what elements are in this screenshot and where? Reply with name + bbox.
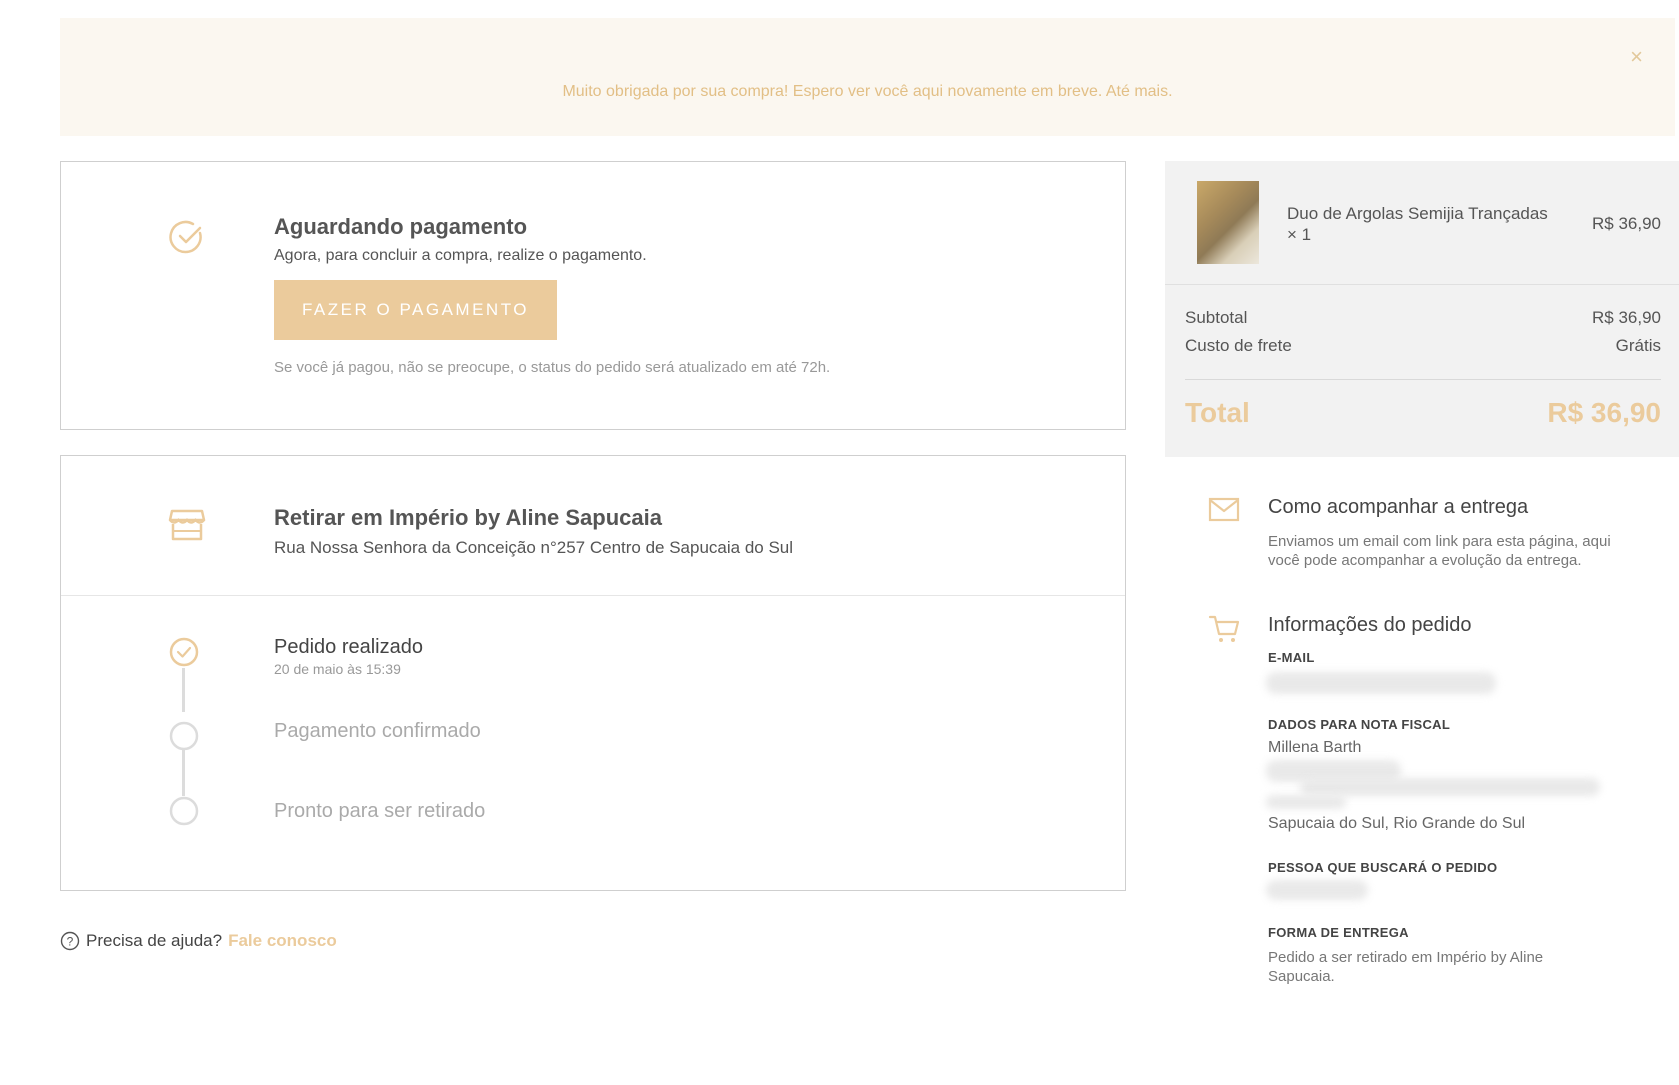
tracking-title: Como acompanhar a entrega	[1268, 496, 1529, 518]
product-thumbnail[interactable]	[1197, 181, 1259, 264]
product-quantity: × 1	[1287, 225, 1312, 244]
payment-note: Se você já pagou, não se preocupe, o sta…	[274, 359, 831, 376]
redacted-address	[1300, 778, 1600, 796]
redacted-address	[1266, 795, 1346, 809]
redacted-email	[1266, 672, 1496, 694]
shipping-row: Custo de frete Grátis	[1185, 336, 1661, 356]
step-order-placed: Pedido realizado	[274, 636, 423, 658]
subtotal-label: Subtotal	[1185, 308, 1248, 327]
help-icon: ?	[60, 931, 80, 951]
divider	[1185, 379, 1661, 380]
step-ready-for-pickup: Pronto para ser retirado	[274, 800, 486, 822]
step-done-icon	[169, 637, 199, 667]
delivery-text: Pedido a ser retirado em Império by Alin…	[1268, 949, 1544, 985]
step-date: 20 de maio às 15:39	[274, 661, 401, 677]
payment-status-card: Aguardando pagamento Agora, para conclui…	[60, 161, 1126, 430]
banner-message: Muito obrigada por sua compra! Espero ve…	[562, 83, 1173, 100]
pickup-address: Rua Nossa Senhora da Conceição n°257 Cen…	[274, 538, 794, 557]
shipping-value: Grátis	[1615, 336, 1661, 355]
payment-title: Aguardando pagamento	[274, 214, 528, 239]
step-pending-icon	[169, 796, 199, 826]
store-icon	[168, 509, 206, 541]
svg-text:?: ?	[67, 935, 74, 949]
order-info-title: Informações do pedido	[1268, 614, 1472, 636]
subtotal-row: Subtotal R$ 36,90	[1185, 308, 1661, 328]
subtotal-value: R$ 36,90	[1592, 308, 1661, 327]
total-row: Total R$ 36,90	[1185, 397, 1661, 429]
cart-icon	[1208, 615, 1240, 642]
help-section: ? Precisa de ajuda? Fale conosco	[60, 931, 337, 951]
payment-subtitle: Agora, para concluir a compra, realize o…	[274, 247, 647, 264]
thank-you-banner: Muito obrigada por sua compra! Espero ve…	[60, 18, 1675, 136]
pickup-person-label: PESSOA QUE BUSCARÁ O PEDIDO	[1268, 860, 1498, 875]
invoice-city: Sapucaia do Sul, Rio Grande do Sul	[1268, 815, 1526, 832]
product-name: Duo de Argolas Semijia Trançadas × 1	[1287, 203, 1567, 245]
check-circle-icon	[169, 220, 202, 254]
invoice-name: Millena Barth	[1268, 739, 1362, 756]
close-icon[interactable]: ×	[1630, 46, 1643, 68]
order-summary: Duo de Argolas Semijia Trançadas × 1 R$ …	[1165, 161, 1679, 457]
total-label: Total	[1185, 397, 1250, 428]
help-text: Precisa de ajuda?	[86, 931, 223, 950]
pickup-card: Retirar em Império by Aline Sapucaia Rua…	[60, 455, 1126, 891]
divider	[1165, 284, 1679, 285]
tracking-text: Enviamos um email com link para esta pág…	[1268, 533, 1611, 569]
step-payment-confirmed: Pagamento confirmado	[274, 720, 481, 742]
redacted-pickup-person	[1266, 880, 1368, 900]
product-price: R$ 36,90	[1592, 214, 1661, 233]
make-payment-button[interactable]: FAZER O PAGAMENTO	[274, 280, 557, 340]
contact-link[interactable]: Fale conosco	[228, 931, 337, 951]
total-value: R$ 36,90	[1547, 397, 1661, 428]
timeline-line	[182, 668, 185, 712]
shipping-label: Custo de frete	[1185, 336, 1292, 355]
step-pending-icon	[169, 721, 199, 751]
invoice-label: DADOS PARA NOTA FISCAL	[1268, 717, 1451, 732]
email-label: E-MAIL	[1268, 650, 1315, 665]
divider	[61, 595, 1125, 596]
pickup-title: Retirar em Império by Aline Sapucaia	[274, 505, 662, 530]
product-title: Duo de Argolas Semijia Trançadas	[1287, 204, 1548, 223]
mail-icon	[1208, 497, 1240, 522]
delivery-label: FORMA DE ENTREGA	[1268, 925, 1409, 940]
